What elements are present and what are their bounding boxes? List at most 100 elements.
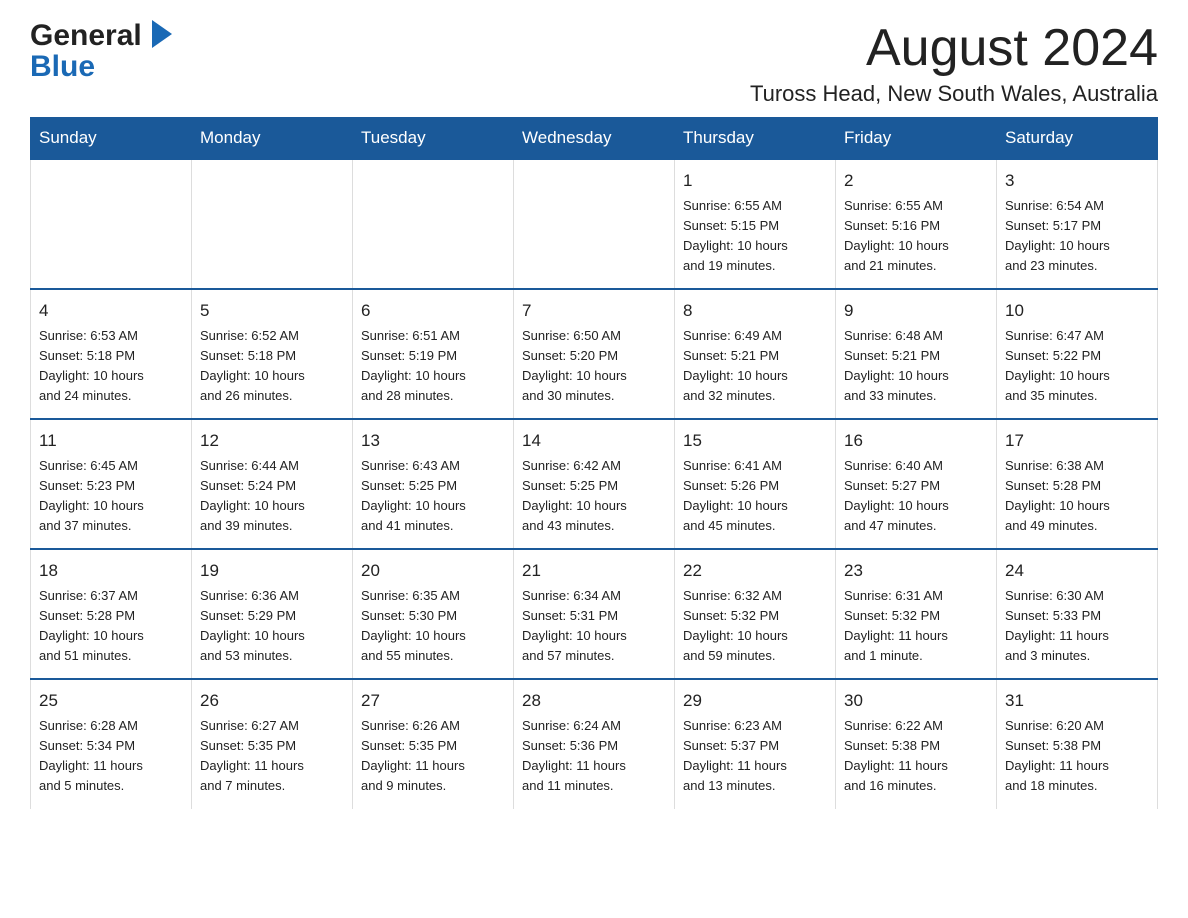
day-info: Sunrise: 6:55 AM Sunset: 5:16 PM Dayligh…: [844, 196, 988, 277]
day-info: Sunrise: 6:35 AM Sunset: 5:30 PM Dayligh…: [361, 586, 505, 667]
day-number: 26: [200, 688, 344, 714]
day-number: 24: [1005, 558, 1149, 584]
day-number: 14: [522, 428, 666, 454]
calendar-cell: 9Sunrise: 6:48 AM Sunset: 5:21 PM Daylig…: [836, 289, 997, 419]
day-number: 9: [844, 298, 988, 324]
day-number: 13: [361, 428, 505, 454]
day-number: 6: [361, 298, 505, 324]
calendar-cell: [192, 159, 353, 289]
day-info: Sunrise: 6:50 AM Sunset: 5:20 PM Dayligh…: [522, 326, 666, 407]
day-info: Sunrise: 6:53 AM Sunset: 5:18 PM Dayligh…: [39, 326, 183, 407]
calendar-cell: 16Sunrise: 6:40 AM Sunset: 5:27 PM Dayli…: [836, 419, 997, 549]
day-number: 7: [522, 298, 666, 324]
calendar-cell: 11Sunrise: 6:45 AM Sunset: 5:23 PM Dayli…: [31, 419, 192, 549]
day-number: 19: [200, 558, 344, 584]
calendar-header-monday: Monday: [192, 118, 353, 160]
calendar-table: SundayMondayTuesdayWednesdayThursdayFrid…: [30, 117, 1158, 808]
day-info: Sunrise: 6:24 AM Sunset: 5:36 PM Dayligh…: [522, 716, 666, 797]
day-number: 4: [39, 298, 183, 324]
day-number: 15: [683, 428, 827, 454]
day-info: Sunrise: 6:44 AM Sunset: 5:24 PM Dayligh…: [200, 456, 344, 537]
day-number: 3: [1005, 168, 1149, 194]
day-info: Sunrise: 6:27 AM Sunset: 5:35 PM Dayligh…: [200, 716, 344, 797]
day-number: 17: [1005, 428, 1149, 454]
calendar-cell: 14Sunrise: 6:42 AM Sunset: 5:25 PM Dayli…: [514, 419, 675, 549]
day-info: Sunrise: 6:45 AM Sunset: 5:23 PM Dayligh…: [39, 456, 183, 537]
logo: General Blue: [30, 20, 180, 82]
day-info: Sunrise: 6:31 AM Sunset: 5:32 PM Dayligh…: [844, 586, 988, 667]
day-info: Sunrise: 6:42 AM Sunset: 5:25 PM Dayligh…: [522, 456, 666, 537]
day-info: Sunrise: 6:51 AM Sunset: 5:19 PM Dayligh…: [361, 326, 505, 407]
calendar-cell: 10Sunrise: 6:47 AM Sunset: 5:22 PM Dayli…: [997, 289, 1158, 419]
logo-arrow-icon: [144, 16, 180, 52]
calendar-cell: 7Sunrise: 6:50 AM Sunset: 5:20 PM Daylig…: [514, 289, 675, 419]
day-number: 12: [200, 428, 344, 454]
calendar-header-sunday: Sunday: [31, 118, 192, 160]
calendar-cell: 13Sunrise: 6:43 AM Sunset: 5:25 PM Dayli…: [353, 419, 514, 549]
calendar-week-5: 25Sunrise: 6:28 AM Sunset: 5:34 PM Dayli…: [31, 679, 1158, 808]
calendar-week-3: 11Sunrise: 6:45 AM Sunset: 5:23 PM Dayli…: [31, 419, 1158, 549]
calendar-cell: 5Sunrise: 6:52 AM Sunset: 5:18 PM Daylig…: [192, 289, 353, 419]
day-info: Sunrise: 6:55 AM Sunset: 5:15 PM Dayligh…: [683, 196, 827, 277]
day-info: Sunrise: 6:36 AM Sunset: 5:29 PM Dayligh…: [200, 586, 344, 667]
day-info: Sunrise: 6:20 AM Sunset: 5:38 PM Dayligh…: [1005, 716, 1149, 797]
day-number: 22: [683, 558, 827, 584]
calendar-header-tuesday: Tuesday: [353, 118, 514, 160]
calendar-cell: 21Sunrise: 6:34 AM Sunset: 5:31 PM Dayli…: [514, 549, 675, 679]
logo-blue: Blue: [30, 52, 180, 82]
day-info: Sunrise: 6:38 AM Sunset: 5:28 PM Dayligh…: [1005, 456, 1149, 537]
day-info: Sunrise: 6:43 AM Sunset: 5:25 PM Dayligh…: [361, 456, 505, 537]
day-number: 1: [683, 168, 827, 194]
calendar-header-thursday: Thursday: [675, 118, 836, 160]
day-number: 18: [39, 558, 183, 584]
day-number: 30: [844, 688, 988, 714]
calendar-cell: 20Sunrise: 6:35 AM Sunset: 5:30 PM Dayli…: [353, 549, 514, 679]
day-info: Sunrise: 6:34 AM Sunset: 5:31 PM Dayligh…: [522, 586, 666, 667]
day-number: 10: [1005, 298, 1149, 324]
day-info: Sunrise: 6:48 AM Sunset: 5:21 PM Dayligh…: [844, 326, 988, 407]
day-info: Sunrise: 6:28 AM Sunset: 5:34 PM Dayligh…: [39, 716, 183, 797]
day-info: Sunrise: 6:52 AM Sunset: 5:18 PM Dayligh…: [200, 326, 344, 407]
day-info: Sunrise: 6:32 AM Sunset: 5:32 PM Dayligh…: [683, 586, 827, 667]
day-number: 27: [361, 688, 505, 714]
day-info: Sunrise: 6:30 AM Sunset: 5:33 PM Dayligh…: [1005, 586, 1149, 667]
calendar-cell: 28Sunrise: 6:24 AM Sunset: 5:36 PM Dayli…: [514, 679, 675, 808]
day-number: 16: [844, 428, 988, 454]
calendar-header-friday: Friday: [836, 118, 997, 160]
day-info: Sunrise: 6:41 AM Sunset: 5:26 PM Dayligh…: [683, 456, 827, 537]
calendar-cell: 25Sunrise: 6:28 AM Sunset: 5:34 PM Dayli…: [31, 679, 192, 808]
calendar-week-2: 4Sunrise: 6:53 AM Sunset: 5:18 PM Daylig…: [31, 289, 1158, 419]
day-info: Sunrise: 6:23 AM Sunset: 5:37 PM Dayligh…: [683, 716, 827, 797]
calendar-cell: 15Sunrise: 6:41 AM Sunset: 5:26 PM Dayli…: [675, 419, 836, 549]
calendar-week-1: 1Sunrise: 6:55 AM Sunset: 5:15 PM Daylig…: [31, 159, 1158, 289]
day-info: Sunrise: 6:47 AM Sunset: 5:22 PM Dayligh…: [1005, 326, 1149, 407]
day-info: Sunrise: 6:40 AM Sunset: 5:27 PM Dayligh…: [844, 456, 988, 537]
calendar-cell: 26Sunrise: 6:27 AM Sunset: 5:35 PM Dayli…: [192, 679, 353, 808]
calendar-cell: 4Sunrise: 6:53 AM Sunset: 5:18 PM Daylig…: [31, 289, 192, 419]
calendar-cell: 8Sunrise: 6:49 AM Sunset: 5:21 PM Daylig…: [675, 289, 836, 419]
logo-general: General: [30, 21, 142, 51]
calendar-header-saturday: Saturday: [997, 118, 1158, 160]
day-number: 31: [1005, 688, 1149, 714]
day-number: 28: [522, 688, 666, 714]
calendar-cell: 3Sunrise: 6:54 AM Sunset: 5:17 PM Daylig…: [997, 159, 1158, 289]
calendar-cell: 27Sunrise: 6:26 AM Sunset: 5:35 PM Dayli…: [353, 679, 514, 808]
day-number: 2: [844, 168, 988, 194]
calendar-cell: [353, 159, 514, 289]
calendar-cell: 23Sunrise: 6:31 AM Sunset: 5:32 PM Dayli…: [836, 549, 997, 679]
calendar-cell: 31Sunrise: 6:20 AM Sunset: 5:38 PM Dayli…: [997, 679, 1158, 808]
calendar-cell: 6Sunrise: 6:51 AM Sunset: 5:19 PM Daylig…: [353, 289, 514, 419]
calendar-cell: 18Sunrise: 6:37 AM Sunset: 5:28 PM Dayli…: [31, 549, 192, 679]
day-info: Sunrise: 6:26 AM Sunset: 5:35 PM Dayligh…: [361, 716, 505, 797]
calendar-cell: 17Sunrise: 6:38 AM Sunset: 5:28 PM Dayli…: [997, 419, 1158, 549]
calendar-cell: 1Sunrise: 6:55 AM Sunset: 5:15 PM Daylig…: [675, 159, 836, 289]
header: General Blue August 2024 Tuross Head, Ne…: [30, 20, 1158, 107]
calendar-header-row: SundayMondayTuesdayWednesdayThursdayFrid…: [31, 118, 1158, 160]
day-number: 21: [522, 558, 666, 584]
location-title: Tuross Head, New South Wales, Australia: [750, 81, 1158, 107]
day-number: 5: [200, 298, 344, 324]
calendar-cell: 24Sunrise: 6:30 AM Sunset: 5:33 PM Dayli…: [997, 549, 1158, 679]
calendar-cell: 29Sunrise: 6:23 AM Sunset: 5:37 PM Dayli…: [675, 679, 836, 808]
calendar-cell: [31, 159, 192, 289]
month-title: August 2024: [750, 20, 1158, 77]
